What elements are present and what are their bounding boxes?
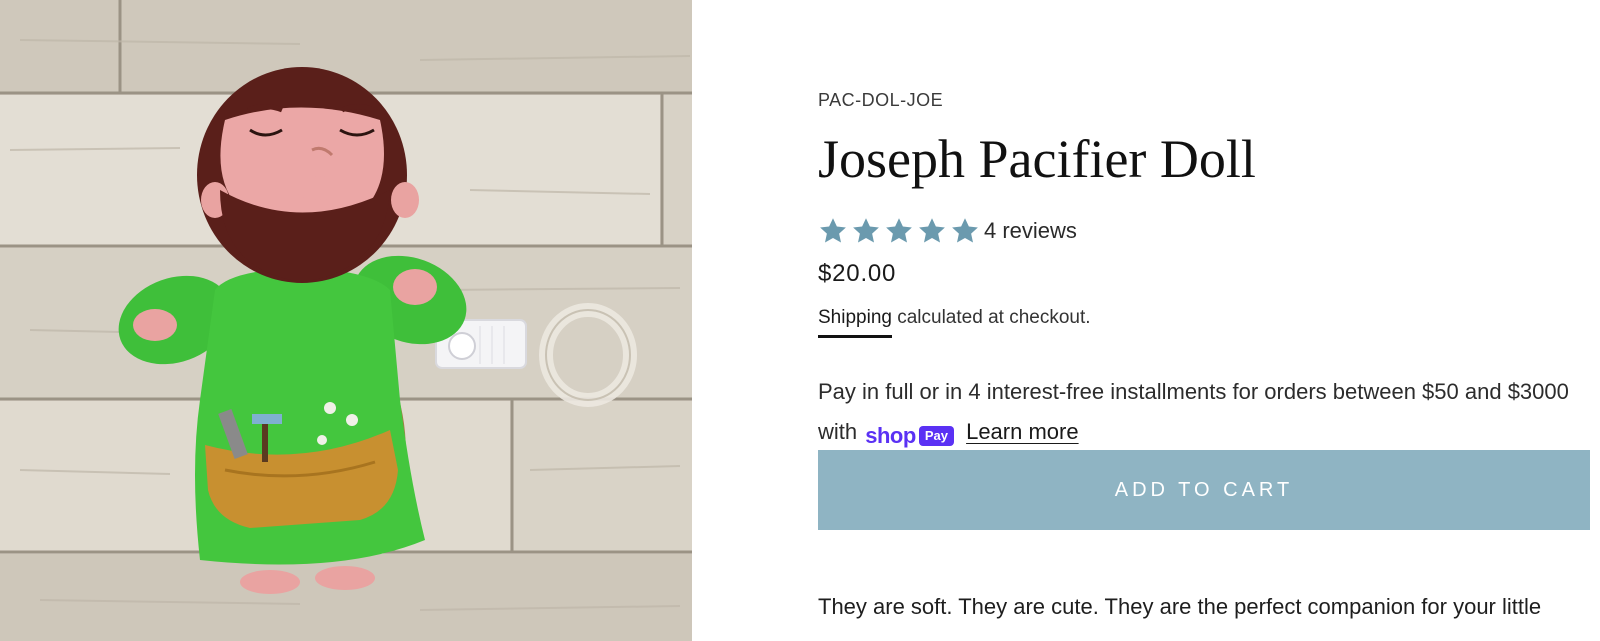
product-page: PAC-DOL-JOE Joseph Pacifier Doll 4 revie… xyxy=(0,0,1600,641)
star-icon xyxy=(952,218,978,243)
product-title: Joseph Pacifier Doll xyxy=(818,129,1256,189)
product-sku: PAC-DOL-JOE xyxy=(818,90,944,110)
shop-pay-installments: Pay in full or in 4 interest-free instal… xyxy=(818,372,1578,456)
shipping-note: Shipping calculated at checkout. xyxy=(818,307,1091,338)
plush-doll-photo-icon xyxy=(0,0,692,641)
star-icon xyxy=(820,218,846,243)
reviews-link[interactable]: 4 reviews xyxy=(984,218,1077,244)
star-icon xyxy=(919,218,945,243)
rating-row[interactable]: 4 reviews xyxy=(818,214,1077,248)
product-description: They are soft. They are cute. They are t… xyxy=(818,594,1542,619)
star-icon xyxy=(886,218,912,243)
shipping-link[interactable]: Shipping xyxy=(818,307,892,338)
product-image[interactable] xyxy=(0,0,692,641)
product-info: PAC-DOL-JOE Joseph Pacifier Doll 4 revie… xyxy=(818,0,1593,641)
learn-more-link[interactable]: Learn more xyxy=(966,419,1079,444)
shop-pay-logo-pay: Pay xyxy=(918,426,954,446)
add-to-cart-button[interactable]: ADD TO CART xyxy=(818,450,1590,530)
shipping-note-text: calculated at checkout. xyxy=(891,307,1091,328)
star-rating[interactable] xyxy=(818,216,980,246)
product-price: $20.00 xyxy=(818,260,897,287)
star-icon xyxy=(853,218,879,243)
